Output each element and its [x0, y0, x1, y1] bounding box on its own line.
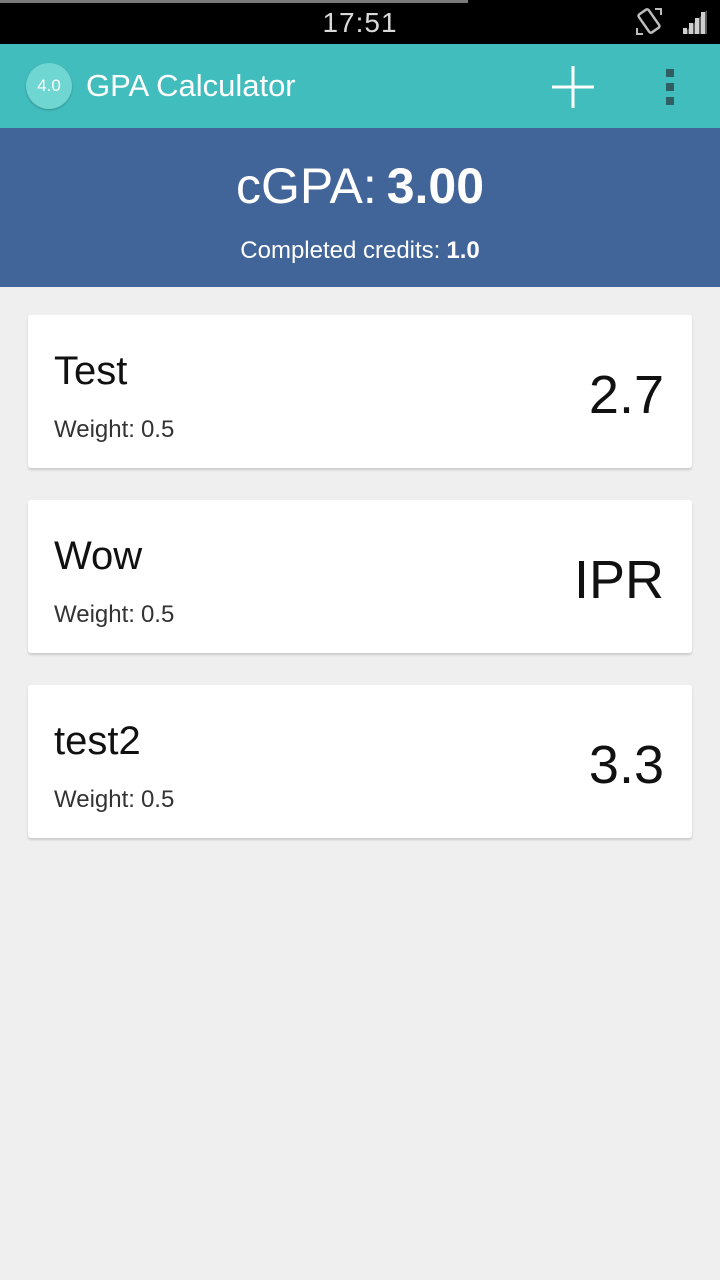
course-name: Test: [54, 349, 128, 393]
course-weight: Weight: 0.5: [54, 785, 174, 815]
completed-credits-value: 1.0: [446, 237, 480, 264]
cell-signal-icon: [683, 10, 707, 34]
completed-credits-line: Completed credits: 1.0: [0, 236, 720, 266]
course-grade: 3.3: [588, 735, 664, 795]
screen-rotate-icon: [636, 8, 662, 35]
status-clock: 17:51: [322, 7, 398, 38]
course-card[interactable]: Test Weight: 0.5 2.7: [28, 315, 692, 468]
add-course-button[interactable]: [546, 60, 600, 114]
course-card[interactable]: test2 Weight: 0.5 3.3: [28, 685, 692, 838]
course-name: Wow: [54, 534, 143, 578]
course-weight-label: Weight:: [54, 786, 135, 813]
course-weight-value: 0.5: [140, 786, 175, 813]
course-grade: 2.7: [588, 365, 664, 425]
cgpa-line: cGPA: 3.00: [0, 156, 720, 216]
course-weight-value: 0.5: [140, 416, 175, 443]
completed-credits-label: Completed credits:: [240, 237, 441, 264]
status-progress-line: [0, 0, 468, 3]
course-card[interactable]: Wow Weight: 0.5 IPR: [28, 500, 692, 653]
app-title: GPA Calculator: [86, 68, 296, 103]
plus-icon: [552, 66, 594, 108]
course-weight-value: 0.5: [140, 601, 175, 628]
course-list: Test Weight: 0.5 2.7 Wow Weight: 0.5 IPR t…: [28, 315, 692, 870]
course-weight: Weight: 0.5: [54, 415, 174, 445]
course-weight-label: Weight:: [54, 416, 135, 443]
more-vert-icon: [666, 69, 674, 105]
course-weight-label: Weight:: [54, 601, 135, 628]
course-weight: Weight: 0.5: [54, 600, 174, 630]
app-logo-icon[interactable]: 4.0: [26, 63, 72, 109]
action-bar: 4.0 GPA Calculator: [0, 44, 720, 128]
status-bar: 17:51: [0, 0, 720, 44]
cgpa-label: cGPA:: [235, 158, 377, 214]
course-grade: IPR: [573, 550, 664, 610]
overflow-menu-button[interactable]: [652, 60, 688, 114]
cgpa-value: 3.00: [386, 158, 485, 214]
course-name: test2: [54, 719, 141, 763]
cgpa-summary: cGPA: 3.00 Completed credits: 1.0: [0, 128, 720, 287]
